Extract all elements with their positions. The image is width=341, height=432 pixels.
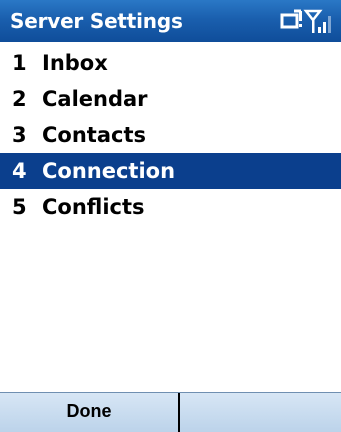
softkey-bar: Done — [0, 392, 341, 432]
menu-item-label: Inbox — [42, 51, 108, 75]
menu-item-inbox[interactable]: 1 Inbox — [0, 45, 341, 81]
signal-strength-icon — [303, 9, 331, 33]
menu-item-number: 3 — [12, 123, 27, 147]
menu-item-label: Connection — [42, 159, 176, 183]
menu-item-contacts[interactable]: 3 Contacts — [0, 117, 341, 153]
right-softkey[interactable] — [180, 393, 341, 432]
menu-item-label: Conflicts — [42, 195, 145, 219]
settings-menu: 1 Inbox 2 Calendar 3 Contacts 4 Connecti… — [0, 45, 341, 225]
page-title: Server Settings — [10, 9, 183, 33]
done-softkey[interactable]: Done — [0, 393, 178, 432]
menu-item-conflicts[interactable]: 5 Conflicts — [0, 189, 341, 225]
menu-item-number: 2 — [12, 87, 27, 111]
notification-icon — [280, 9, 302, 29]
menu-item-number: 1 — [12, 51, 27, 75]
status-icons — [279, 7, 337, 35]
menu-item-label: Calendar — [42, 87, 148, 111]
menu-item-calendar[interactable]: 2 Calendar — [0, 81, 341, 117]
status-icons-graphic — [280, 9, 331, 33]
menu-item-label: Contacts — [42, 123, 146, 147]
menu-item-connection[interactable]: 4 Connection — [0, 153, 341, 189]
menu-item-number: 5 — [12, 195, 27, 219]
phone-screen: Server Settings 1 Inbox 2 Calendar 3 Con… — [0, 0, 341, 432]
title-bar: Server Settings — [0, 0, 341, 42]
menu-item-number: 4 — [12, 159, 27, 183]
